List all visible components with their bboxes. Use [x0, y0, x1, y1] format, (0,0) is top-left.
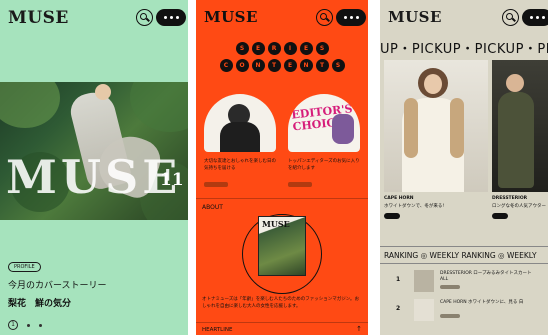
series-card-tag — [288, 182, 312, 187]
series-card-tag — [204, 182, 228, 187]
series-card[interactable]: EDITOR'S CHOICE トッパンエディターズのお気に入りを紹介します — [288, 94, 360, 191]
ranking-item-text[interactable]: DRESSTERIOR ロープみるみタイトスカート ALL — [440, 271, 544, 283]
series-letter-circle: N — [299, 59, 313, 72]
ranking-item[interactable]: 1 DRESSTERIOR ロープみるみタイトスカート ALL — [380, 268, 548, 294]
product-brand: CAPE HORN — [384, 196, 414, 201]
site-logo[interactable]: MUSE — [204, 8, 258, 26]
pager-current-number[interactable]: 1 — [8, 320, 18, 330]
site-logo[interactable]: MUSE — [8, 8, 69, 28]
ranking-tag — [440, 285, 460, 289]
product-description[interactable]: ロングな冬の人気アウター — [492, 203, 546, 209]
ranking-thumbnail[interactable] — [414, 270, 434, 292]
phone-screen-cover: MUSE MUSE 11 PROFILE 今月のカバーストーリー 梨花 鮮の気分… — [0, 0, 188, 335]
about-description: オトナミューズは「年齢」を楽しむ人たちのためのファッションマガジン。おしゃれを自… — [202, 297, 360, 309]
pickup-marquee: UP・PICKUP・PICKUP・PICKUP — [380, 42, 548, 57]
product-image[interactable] — [384, 60, 488, 192]
ranking-number: 2 — [396, 305, 401, 312]
pager-dot[interactable] — [39, 323, 42, 327]
category-badge: PROFILE — [8, 262, 41, 272]
ranking-marquee: RANKING ◎ WEEKLY RANKING ◎ WEEKLY — [380, 246, 548, 264]
phone-screen-pickup: MUSE UP・PICKUP・PICKUP・PICKUP CAPE HORN ホ… — [380, 0, 548, 335]
cover-story-subtitle[interactable]: 梨花 鮮の気分 — [8, 296, 71, 309]
series-letter-circle: O — [235, 59, 249, 72]
magazine-cover-image[interactable]: MUSE — [258, 216, 306, 276]
cover-story-title[interactable]: 今月のカバーストーリー — [8, 278, 107, 291]
series-letter-circle: S — [331, 59, 345, 72]
series-letter-circle: S — [235, 42, 249, 55]
series-letter-circle: R — [267, 42, 281, 55]
phone-screen-series: MUSE SERIES CONTENTS 大切な友達とおしゃれを楽しむ日の気持ち… — [196, 0, 368, 335]
ranking-number: 1 — [396, 276, 401, 283]
editors-choice-image[interactable]: EDITOR'S CHOICE — [288, 94, 360, 152]
issue-number: 11 — [160, 170, 184, 190]
ranking-tag — [440, 314, 460, 318]
section-divider — [196, 198, 368, 199]
product-tag — [492, 213, 508, 219]
section-divider — [196, 322, 368, 323]
product-tag — [384, 213, 400, 219]
series-letter-circle: N — [251, 59, 265, 72]
magazine-logo: MUSE — [262, 219, 290, 229]
scroll-top-icon[interactable]: ↑ — [356, 325, 362, 333]
product-brand: DRESSTERIOR — [492, 196, 528, 201]
product-image[interactable] — [492, 60, 548, 192]
search-icon[interactable] — [136, 9, 153, 26]
header: MUSE — [196, 0, 368, 34]
ranking-item-text[interactable]: CAPE HORN ホワイトダウンに、見る 白 — [440, 300, 544, 306]
series-letter-circle: I — [283, 42, 297, 55]
ranking-item[interactable]: 2 CAPE HORN ホワイトダウンに、見る 白 — [380, 297, 548, 323]
about-section-label: ABOUT — [202, 204, 223, 211]
series-letter-circle: E — [283, 59, 297, 72]
series-card[interactable]: 大切な友達とおしゃれを楽しむ日の気持ちを届ける — [204, 94, 276, 191]
menu-button[interactable] — [522, 9, 548, 26]
hero-muse-title: MUSE — [6, 150, 182, 204]
ranking-thumbnail[interactable] — [414, 299, 434, 321]
menu-button[interactable] — [156, 9, 186, 26]
series-contents-heading: SERIES CONTENTS — [196, 42, 368, 76]
site-logo[interactable]: MUSE — [388, 8, 442, 26]
header: MUSE — [0, 0, 188, 34]
carousel-pager: 1 — [8, 320, 42, 330]
heartline-section-label: HEARTLINE — [202, 327, 233, 333]
series-letter-circle: T — [267, 59, 281, 72]
series-card-image[interactable] — [204, 94, 276, 152]
menu-button[interactable] — [336, 9, 366, 26]
header: MUSE — [380, 0, 548, 34]
series-letter-circle: E — [251, 42, 265, 55]
product-description[interactable]: ホワイトダウンで、冬が来る! — [384, 203, 444, 209]
series-letter-circle: S — [315, 42, 329, 55]
series-card-text[interactable]: 大切な友達とおしゃれを楽しむ日の気持ちを届ける — [204, 158, 276, 172]
pager-dot[interactable] — [27, 323, 30, 327]
search-icon[interactable] — [316, 9, 333, 26]
series-letter-circle: C — [219, 59, 233, 72]
series-letter-circle: E — [299, 42, 313, 55]
search-icon[interactable] — [502, 9, 519, 26]
series-card-text[interactable]: トッパンエディターズのお気に入りを紹介します — [288, 158, 360, 172]
series-letter-circle: T — [315, 59, 329, 72]
